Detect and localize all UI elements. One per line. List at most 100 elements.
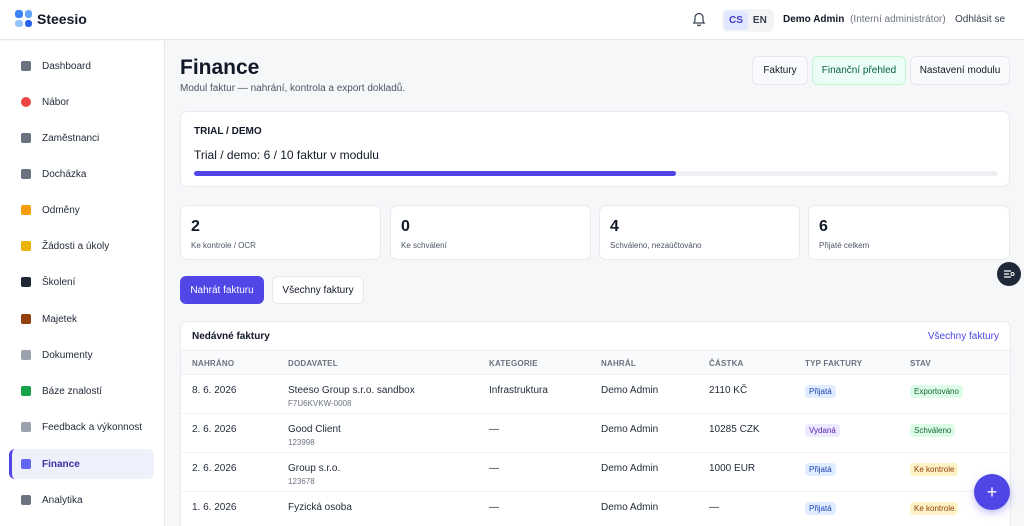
filter-list-icon: [1004, 270, 1015, 278]
module-settings-button[interactable]: Nastavení modulu: [910, 56, 1010, 85]
cell-uploader: Demo Admin: [601, 385, 659, 396]
table-header: NAHRÁNO DODAVATEL KATEGORIE NAHRÁL ČÁSTK…: [181, 350, 1010, 375]
cell-date: 1. 6. 2026: [192, 502, 237, 513]
sidebar-item-odmeny[interactable]: Odměny: [9, 195, 154, 225]
sidebar-item-label: Majetek: [42, 313, 78, 325]
user-name: Demo Admin: [783, 14, 845, 25]
stat-card-review[interactable]: 2 Ke kontrole / OCR: [180, 205, 381, 260]
cell-supplier: Group s.r.o.: [288, 463, 341, 474]
stat-card-approved[interactable]: 4 Schváleno, nezaúčtováno: [599, 205, 800, 260]
stat-label: Ke schválení: [401, 241, 447, 250]
column-header-status[interactable]: STAV: [910, 359, 931, 368]
status-badge: Ke kontrole: [910, 502, 959, 515]
panel-toggle-button[interactable]: [997, 262, 1021, 286]
cell-date: 8. 6. 2026: [192, 385, 237, 396]
cell-amount: 1000 EUR: [709, 463, 756, 474]
sidebar-item-label: Školení: [42, 276, 76, 288]
column-header-type[interactable]: TYP FAKTURY: [805, 359, 862, 368]
status-badge: Exportováno: [910, 385, 963, 398]
cell-amount: 2110 KČ: [709, 385, 748, 396]
financial-overview-button[interactable]: Finanční přehled: [812, 56, 906, 85]
column-header-category[interactable]: KATEGORIE: [489, 359, 538, 368]
user-info: Demo Admin (Interní administrátor): [783, 14, 946, 25]
table-row[interactable]: 1. 6. 2026 Fyzická osoba — Demo Admin — …: [181, 492, 1010, 526]
recent-invoices-card: Nedávné faktury Všechny faktury NAHRÁNO …: [180, 321, 1011, 526]
sidebar-item-dokumenty[interactable]: Dokumenty: [9, 340, 154, 370]
table-row[interactable]: 2. 6. 2026 Group s.r.o. 123678 — Demo Ad…: [181, 453, 1010, 492]
all-invoices-button[interactable]: Všechny faktury: [272, 276, 364, 304]
app-name: Steesio: [37, 10, 87, 27]
stat-card-approval[interactable]: 0 Ke schválení: [390, 205, 591, 260]
cell-supplier: Steeso Group s.r.o. sandbox: [288, 385, 415, 396]
stat-value: 2: [191, 218, 200, 235]
bank-icon: [21, 459, 31, 469]
column-header-uploaded[interactable]: NAHRÁNO: [192, 359, 234, 368]
bell-icon[interactable]: [692, 12, 706, 27]
sidebar-item-analytika[interactable]: Analytika: [9, 485, 154, 515]
language-switch: CS EN: [722, 9, 774, 32]
cell-date: 2. 6. 2026: [192, 424, 237, 435]
sidebar-item-dochazka[interactable]: Docházka: [9, 159, 154, 189]
upload-invoice-button[interactable]: Nahrát fakturu: [180, 276, 264, 304]
stat-value: 0: [401, 218, 410, 235]
sidebar-item-baze-znalosti[interactable]: Báze znalostí: [9, 376, 154, 406]
cell-date: 2. 6. 2026: [192, 463, 237, 474]
calendar-icon: [21, 169, 31, 179]
target-icon: [21, 97, 31, 107]
app-logo[interactable]: Steesio: [15, 10, 87, 27]
graduation-cap-icon: [21, 277, 31, 287]
stat-label: Schváleno, nezaúčtováno: [610, 241, 702, 250]
column-header-amount[interactable]: ČÁSTKA: [709, 359, 744, 368]
sidebar-item-label: Analytika: [42, 494, 83, 506]
dashboard-icon: [21, 61, 31, 71]
sidebar-item-feedback[interactable]: Feedback a výkonnost: [9, 412, 154, 442]
clipboard-icon: [21, 422, 31, 432]
logout-link[interactable]: Odhlásit se: [955, 14, 1005, 25]
type-badge: Vydaná: [805, 424, 840, 437]
sidebar-item-label: Báze znalostí: [42, 385, 103, 397]
trial-card: TRIAL / DEMO Trial / demo: 6 / 10 faktur…: [180, 111, 1010, 187]
add-fab-button[interactable]: +: [974, 474, 1010, 510]
cell-supplier-id: 123998: [288, 438, 315, 447]
sidebar-item-zamestnanci[interactable]: Zaměstnanci: [9, 123, 154, 153]
stat-card-received[interactable]: 6 Přijaté celkem: [808, 205, 1010, 260]
table-row[interactable]: 8. 6. 2026 Steeso Group s.r.o. sandbox F…: [181, 375, 1010, 414]
sidebar-item-dashboard[interactable]: Dashboard: [9, 51, 154, 81]
sidebar-item-label: Odměny: [42, 204, 80, 216]
sidebar-item-zadosti[interactable]: Žádosti a úkoly: [9, 231, 154, 261]
stat-label: Ke kontrole / OCR: [191, 241, 256, 250]
books-icon: [21, 386, 31, 396]
user-role: (Interní administrátor): [850, 14, 946, 25]
column-header-uploader[interactable]: NAHRÁL: [601, 359, 636, 368]
cell-uploader: Demo Admin: [601, 502, 659, 513]
page-title: Finance: [180, 56, 260, 79]
type-badge: Přijatá: [805, 385, 836, 398]
cell-category: —: [489, 463, 499, 474]
trial-text: Trial / demo: 6 / 10 faktur v modulu: [194, 148, 379, 162]
lang-cs-button[interactable]: CS: [724, 11, 748, 30]
sidebar-item-finance[interactable]: Finance: [9, 449, 154, 479]
cell-category: —: [489, 502, 499, 513]
all-invoices-link[interactable]: Všechny faktury: [928, 331, 999, 342]
table-row[interactable]: 2. 6. 2026 Good Client 123998 — Demo Adm…: [181, 414, 1010, 453]
sidebar-item-skoleni[interactable]: Školení: [9, 267, 154, 297]
sidebar-item-label: Žádosti a úkoly: [42, 240, 110, 252]
column-header-supplier[interactable]: DODAVATEL: [288, 359, 338, 368]
lang-en-button[interactable]: EN: [748, 11, 772, 30]
people-icon: [21, 133, 31, 143]
stat-value: 6: [819, 218, 828, 235]
gift-icon: [21, 205, 31, 215]
trial-progress-fill: [194, 171, 677, 176]
sidebar-item-majetek[interactable]: Majetek: [9, 304, 154, 334]
cell-supplier-id: F7U6KVKW-0008: [288, 399, 352, 408]
sidebar-item-label: Finance: [42, 458, 80, 470]
sidebar-item-label: Feedback a výkonnost: [42, 421, 143, 433]
page-subtitle: Modul faktur — nahrání, kontrola a expor…: [180, 83, 406, 94]
cell-amount: —: [709, 502, 719, 513]
envelope-icon: [21, 241, 31, 251]
document-icon: [21, 350, 31, 360]
invoices-button[interactable]: Faktury: [752, 56, 808, 85]
cell-supplier: Good Client: [288, 424, 341, 435]
sidebar-item-nabor[interactable]: Nábor: [9, 87, 154, 117]
sidebar-item-label: Nábor: [42, 96, 70, 108]
